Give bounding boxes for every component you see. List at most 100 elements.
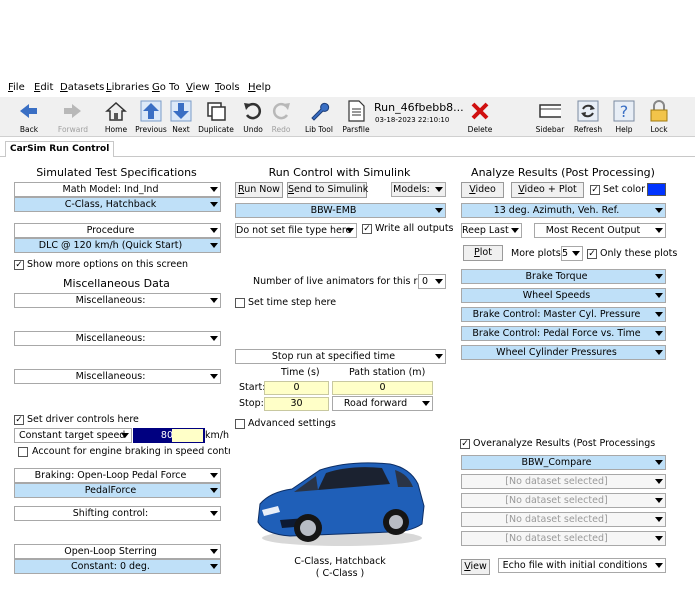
- menu-datasets[interactable]: Datasets: [60, 82, 104, 93]
- only-these-plots-checkbox[interactable]: ✓: [587, 249, 597, 259]
- overlay-dropdown-4[interactable]: [No dataset selected]: [461, 512, 666, 527]
- most-recent-dropdown[interactable]: Most Recent Output: [534, 223, 666, 238]
- steer-value: Constant: 0 deg.: [71, 561, 150, 572]
- braking-dropdown[interactable]: Braking: Open-Loop Pedal Force: [14, 468, 221, 483]
- path-header: Path station (m): [349, 367, 426, 378]
- vehicle-dropdown[interactable]: C-Class, Hatchback: [14, 197, 221, 212]
- procedure-dropdown[interactable]: DLC @ 120 km/h (Quick Start): [14, 238, 221, 253]
- stop-run-dropdown[interactable]: Stop run at specified time: [235, 349, 446, 364]
- stop-time-input[interactable]: 30: [264, 397, 329, 411]
- procedure-value: DLC @ 120 km/h (Quick Start): [38, 240, 183, 251]
- echo-file-dropdown[interactable]: Echo file with initial conditions: [498, 558, 666, 573]
- engine-braking-checkbox[interactable]: [18, 447, 28, 457]
- chevron-down-icon: [435, 279, 443, 284]
- chevron-down-icon: [511, 228, 519, 233]
- plot-dropdown-2[interactable]: Wheel Speeds: [461, 288, 666, 303]
- write-outputs-checkbox[interactable]: ✓: [362, 224, 372, 234]
- misc-value-1: Miscellaneous:: [75, 295, 146, 306]
- azimuth-dropdown[interactable]: 13 deg. Azimuth, Veh. Ref.: [461, 203, 666, 218]
- menu-goto[interactable]: Go To: [152, 82, 180, 93]
- model-value-dropdown[interactable]: BBW-EMB: [235, 203, 446, 218]
- duplicate-button[interactable]: Duplicate: [198, 99, 234, 134]
- overlay-dropdown-2[interactable]: [No dataset selected]: [461, 474, 666, 489]
- menu-edit[interactable]: Edit: [34, 82, 53, 93]
- redo-label: Redo: [271, 125, 291, 134]
- sidebar-button[interactable]: Sidebar: [534, 99, 566, 134]
- refresh-button[interactable]: Refresh: [573, 99, 603, 134]
- misc-value-2: Miscellaneous:: [75, 333, 146, 344]
- math-model-dropdown[interactable]: Math Model: Ind_Ind: [14, 182, 221, 197]
- file-type-dropdown[interactable]: Do not set file type here: [235, 223, 357, 238]
- chevron-down-icon: [655, 479, 663, 484]
- send-to-simulink-button[interactable]: Send to Simulink: [287, 182, 368, 198]
- parsfile-button[interactable]: Parsfile: [342, 99, 370, 134]
- delete-button[interactable]: Delete: [466, 99, 494, 134]
- forward-button[interactable]: Forward: [52, 99, 94, 134]
- svg-text:?: ?: [620, 102, 629, 121]
- menu-file[interactable]: File: [8, 82, 25, 93]
- steering-dropdown[interactable]: Open-Loop Sterring: [14, 544, 221, 559]
- pedal-force-dropdown[interactable]: PedalForce: [14, 483, 221, 498]
- plot-dropdown-4[interactable]: Brake Control: Pedal Force vs. Time: [461, 326, 666, 341]
- reep-last-dropdown[interactable]: Reep Last: [461, 223, 522, 238]
- lock-button[interactable]: Lock: [646, 99, 672, 134]
- chevron-down-icon: [210, 473, 218, 478]
- steer-value-dropdown[interactable]: Constant: 0 deg.: [14, 559, 221, 574]
- video-button[interactable]: Video: [461, 182, 504, 198]
- engine-braking-label: Account for engine braking in speed cont…: [32, 446, 241, 457]
- animators-dropdown[interactable]: 0: [418, 274, 446, 289]
- view-button[interactable]: View: [461, 559, 490, 575]
- tab-carsim-run-control[interactable]: CarSim Run Control: [5, 141, 115, 157]
- plot-dropdown-5[interactable]: Wheel Cylinder Pressures: [461, 345, 666, 360]
- video-plot-button[interactable]: Video + Plot: [511, 182, 584, 198]
- set-driver-checkbox[interactable]: ✓: [14, 415, 24, 425]
- chevron-down-icon: [210, 488, 218, 493]
- chevron-down-icon: [655, 498, 663, 503]
- run-now-button[interactable]: Run Now: [235, 182, 283, 198]
- plot-dropdown-3[interactable]: Brake Control: Master Cyl. Pressure: [461, 307, 666, 322]
- time-header: Time (s): [281, 367, 320, 378]
- more-plots-dropdown[interactable]: 5: [561, 246, 583, 261]
- set-color-label: Set color: [603, 184, 646, 195]
- set-color-checkbox[interactable]: ✓: [590, 185, 600, 195]
- menu-view[interactable]: View: [186, 82, 210, 93]
- start-time-input[interactable]: 0: [264, 381, 329, 395]
- next-button[interactable]: Next: [168, 99, 194, 134]
- overlay-dropdown-3[interactable]: [No dataset selected]: [461, 493, 666, 508]
- home-button[interactable]: Home: [101, 99, 131, 134]
- run-control-title: Run Control with Simulink: [268, 166, 411, 179]
- overlay-value-3: [No dataset selected]: [505, 495, 608, 506]
- advanced-checkbox[interactable]: [235, 419, 245, 429]
- document-icon: [345, 99, 367, 123]
- start-path-input[interactable]: 0: [332, 381, 433, 395]
- models-dropdown[interactable]: Models:: [391, 182, 446, 197]
- speed-mode-dropdown[interactable]: Constant target speed: [14, 428, 132, 443]
- menu-tools[interactable]: Tools: [215, 82, 240, 93]
- back-button[interactable]: Back: [8, 99, 50, 134]
- compare-dropdown[interactable]: BBW_Compare: [461, 455, 666, 470]
- menu-libraries[interactable]: Libraries: [106, 82, 149, 93]
- road-dropdown[interactable]: Road forward: [332, 396, 433, 411]
- time-step-checkbox[interactable]: [235, 298, 245, 308]
- lib-tool-label: Lib Tool: [305, 125, 333, 134]
- procedure-label-dropdown[interactable]: Procedure: [14, 223, 221, 238]
- speed-unit: km/h: [205, 430, 229, 441]
- show-more-checkbox[interactable]: ✓: [14, 260, 24, 270]
- sidebar-icon: [539, 99, 561, 123]
- misc-dropdown-2[interactable]: Miscellaneous:: [14, 331, 221, 346]
- plot-dropdown-1[interactable]: Brake Torque: [461, 269, 666, 284]
- redo-button[interactable]: Redo: [268, 99, 294, 134]
- overlay-dropdown-5[interactable]: [No dataset selected]: [461, 531, 666, 546]
- misc-dropdown-3[interactable]: Miscellaneous:: [14, 369, 221, 384]
- misc-dropdown-1[interactable]: Miscellaneous:: [14, 293, 221, 308]
- azimuth-value: 13 deg. Azimuth, Veh. Ref.: [493, 205, 620, 216]
- shifting-dropdown[interactable]: Shifting control:: [14, 506, 221, 521]
- previous-button[interactable]: Previous: [135, 99, 167, 134]
- menu-help[interactable]: Help: [248, 82, 271, 93]
- overlay-checkbox[interactable]: ✓: [460, 439, 470, 449]
- help-button[interactable]: ? Help: [611, 99, 637, 134]
- undo-button[interactable]: Undo: [240, 99, 266, 134]
- plot-button[interactable]: Plot: [463, 245, 503, 261]
- lib-tool-button[interactable]: Lib Tool: [302, 99, 336, 134]
- color-swatch[interactable]: [647, 183, 666, 196]
